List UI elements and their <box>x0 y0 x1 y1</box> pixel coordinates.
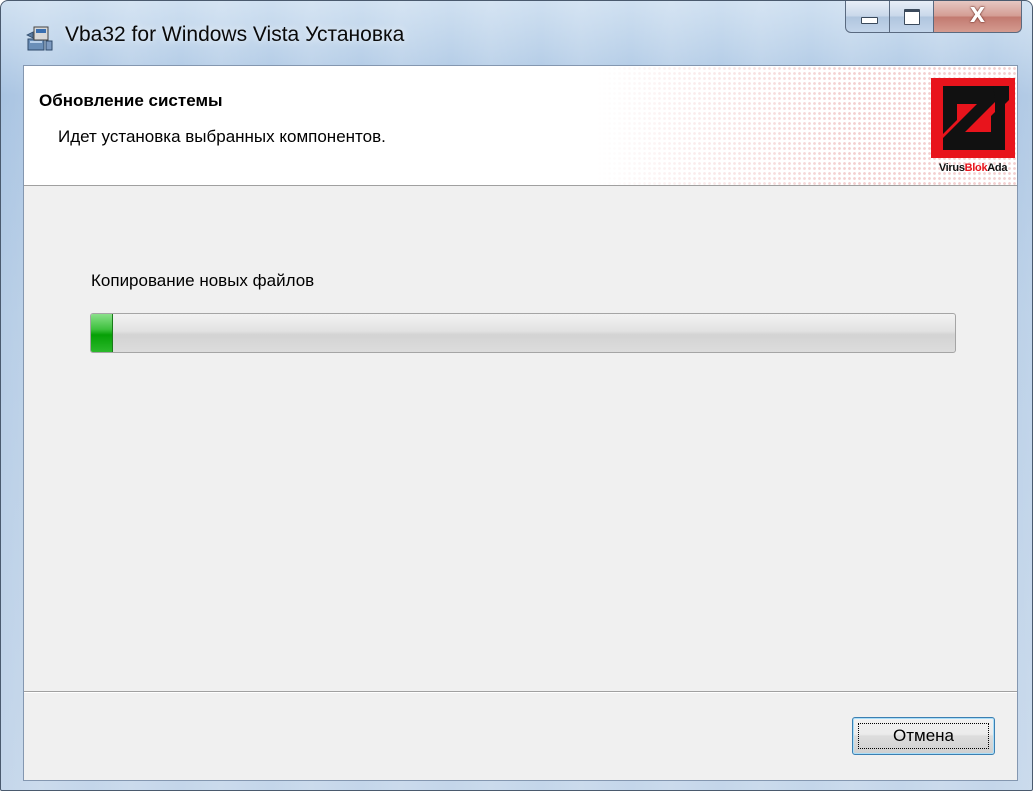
progress-status-label: Копирование новых файлов <box>91 271 315 290</box>
dialog-client-area: Обновление системы Идет установка выбран… <box>23 65 1018 781</box>
logo-text-ada: Ada <box>987 162 1008 174</box>
minimize-button[interactable] <box>845 1 890 33</box>
banner-subtitle: Идет установка выбранных компонентов. <box>58 127 386 146</box>
caption-buttons: X <box>845 1 1022 35</box>
window-title: Vba32 for Windows Vista Установка <box>65 23 405 46</box>
banner-title: Обновление системы <box>39 91 223 110</box>
cancel-button[interactable]: Отмена <box>852 717 995 755</box>
logo-text-virus: Virus <box>938 162 965 174</box>
installer-window: Vba32 for Windows Vista Установка X Обно… <box>0 0 1033 791</box>
title-bar[interactable]: Vba32 for Windows Vista Установка X <box>1 1 1032 65</box>
maximize-icon <box>904 9 920 25</box>
cancel-button-label: Отмена <box>893 726 954 745</box>
install-progress-bar <box>90 313 956 353</box>
logo-wordmark: VirusBlokAda <box>929 162 1017 174</box>
close-button[interactable]: X <box>934 1 1022 33</box>
minimize-icon <box>861 17 878 24</box>
header-banner: Обновление системы Идет установка выбран… <box>24 66 1017 186</box>
button-area-separator <box>24 691 1017 693</box>
logo-mark-icon <box>931 78 1015 158</box>
installer-package-icon <box>25 23 55 53</box>
logo-text-blok: Blok <box>964 162 988 174</box>
close-icon: X <box>969 3 986 27</box>
progress-bar-fill <box>91 314 113 352</box>
virusblokada-logo: VirusBlokAda <box>929 76 1017 180</box>
maximize-button[interactable] <box>890 1 934 33</box>
